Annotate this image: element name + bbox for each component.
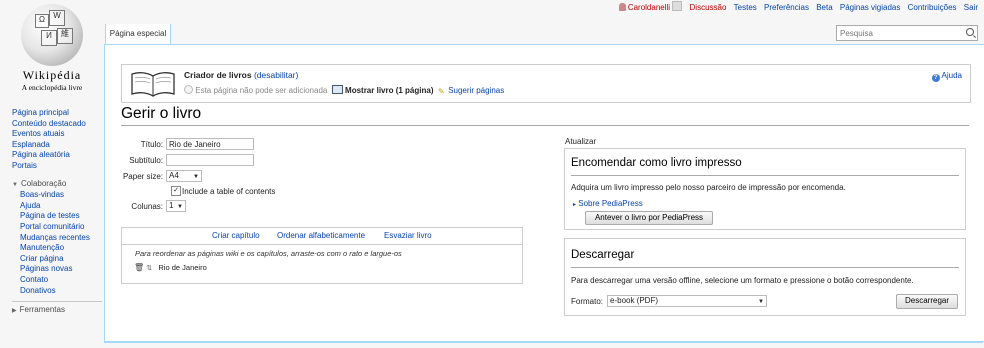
sidebar-item-main-page[interactable]: Página principal (12, 108, 102, 119)
globe-icon: Ω W И 維 (21, 4, 83, 66)
personal-tests-link[interactable]: Testes (734, 3, 757, 12)
sidebar-item-community-portal[interactable]: Portal comunitário (12, 222, 102, 233)
title-label: Título: (140, 140, 163, 149)
chevron-down-icon: ▼ (12, 181, 18, 188)
puzzle-piece: Ω (35, 14, 49, 28)
columns-select[interactable]: 1 ▼ (166, 200, 186, 212)
subtitle-field[interactable] (166, 154, 254, 166)
arrow-right-icon: ▸ (573, 202, 577, 208)
book-creator-actions: Esta página não pode ser adicionada Most… (184, 85, 504, 96)
notifications-icon[interactable] (672, 1, 683, 11)
sidebar-item-maintenance[interactable]: Manutenção (12, 243, 102, 254)
wand-icon: ✎ (437, 87, 445, 96)
download-panel: Descarregar Para descarregar uma versão … (564, 238, 966, 316)
sidebar-item-donations[interactable]: Donativos (12, 286, 102, 297)
puzzle-piece: И (41, 30, 57, 46)
sidebar-item-recent-changes[interactable]: Mudanças recentes (12, 233, 102, 244)
personal-toolbar: Caroldanelli Discussão Testes Preferênci… (618, 1, 978, 12)
toc-checkbox[interactable]: ✓ (171, 186, 181, 196)
order-print-title: Encomendar como livro impresso (571, 157, 742, 169)
list-item[interactable]: 🗑 ⇅ Rio de Janeiro (134, 263, 207, 272)
paper-size-select[interactable]: A4 ▼ (166, 170, 202, 182)
personal-contributions-link[interactable]: Contribuições (908, 3, 957, 12)
sidebar-section-collab[interactable]: ▼ Colaboração (12, 179, 102, 191)
chevron-down-icon: ▼ (177, 204, 183, 210)
refresh-link[interactable]: Atualizar (565, 137, 596, 146)
search-input[interactable] (837, 26, 961, 40)
personal-logout-link[interactable]: Sair (964, 3, 978, 12)
subtitle-label: Subtítulo: (129, 156, 163, 165)
open-book-icon (131, 72, 175, 97)
help-icon: ? (931, 74, 940, 82)
preview-pediapress-button[interactable]: Antever o livro por PediaPress (585, 211, 713, 225)
logo-wordmark: Wikipédia (22, 68, 82, 82)
sidebar-divider (12, 301, 102, 303)
title-divider (121, 125, 969, 126)
order-print-panel: Encomendar como livro impresso Adquira u… (564, 148, 966, 230)
move-icon[interactable]: ⇅ (146, 265, 152, 272)
download-button[interactable]: Descarregar (896, 294, 958, 309)
sidebar-item-portals[interactable]: Portais (12, 161, 102, 172)
sidebar-section-tools[interactable]: ▶ Ferramentas (12, 305, 102, 317)
show-book-link[interactable]: Mostrar livro (1 página) (345, 86, 433, 95)
trash-icon[interactable]: 🗑 (134, 263, 144, 272)
search-icon[interactable] (966, 28, 974, 36)
logo-tagline: A enciclopédia livre (21, 83, 83, 92)
sidebar-item-create-page[interactable]: Criar página (12, 254, 102, 265)
book-creator-box: Criador de livros (desabilitar) Esta pág… (121, 64, 971, 103)
sidebar-item-help[interactable]: Ajuda (12, 201, 102, 212)
sidebar-item-random[interactable]: Página aleatória (12, 150, 102, 161)
suggest-pages-link[interactable]: Sugerir páginas (448, 86, 504, 95)
sidebar-item-sandbox[interactable]: Página de testes (12, 211, 102, 222)
format-label: Formato: (571, 297, 604, 306)
sidebar: Página principal Conteúdo destacado Even… (12, 108, 102, 317)
cannot-add-label: Esta página não pode ser adicionada (195, 86, 328, 95)
reorder-instructions: Para reordenar as páginas wiki e os capí… (135, 249, 402, 258)
user-link[interactable]: Caroldanelli (618, 3, 670, 12)
format-select[interactable]: e-book (PDF) ▼ (607, 295, 767, 307)
sidebar-item-contact[interactable]: Contato (12, 275, 102, 286)
book-icon (331, 85, 343, 94)
download-desc: Para descarregar uma versão offline, sel… (571, 276, 914, 285)
personal-beta-link[interactable]: Beta (816, 3, 832, 12)
wikipedia-logo[interactable]: Ω W И 維 Wikipédia A enciclopédia livre (8, 0, 96, 96)
page-title: Gerir o livro (121, 105, 202, 122)
personal-watchlist-link[interactable]: Páginas vigiadas (840, 3, 900, 12)
puzzle-piece: 維 (57, 28, 73, 44)
chevron-right-icon: ▶ (12, 308, 17, 315)
toc-label: Include a table of contents (182, 187, 276, 196)
sidebar-item-esplanada[interactable]: Esplanada (12, 140, 102, 151)
content-bottom-border (104, 342, 983, 343)
panel-divider (571, 267, 959, 268)
about-pediapress-link[interactable]: ▸ Sobre PediaPress (573, 199, 643, 208)
sidebar-item-featured[interactable]: Conteúdo destacado (12, 119, 102, 130)
title-field[interactable]: Rio de Janeiro (166, 138, 254, 150)
sidebar-item-new-pages[interactable]: Páginas novas (12, 264, 102, 275)
sort-alphabetically-link[interactable]: Ordenar alfabeticamente (277, 231, 365, 240)
sidebar-item-welcome[interactable]: Boas-vindas (12, 190, 102, 201)
paper-size-label: Paper size: (122, 172, 163, 181)
columns-label: Colunas: (131, 202, 163, 211)
search-box[interactable] (836, 25, 978, 41)
personal-preferences-link[interactable]: Preferências (764, 3, 809, 12)
user-icon (618, 3, 626, 11)
tab-special-page[interactable]: Página especial (105, 24, 171, 44)
book-creator-title: Criador de livros (desabilitar) (184, 70, 299, 80)
sidebar-item-current-events[interactable]: Eventos atuais (12, 129, 102, 140)
panel-divider (571, 175, 959, 176)
disable-link[interactable]: (desabilitar) (254, 70, 298, 80)
content-area: Criador de livros (desabilitar) Esta pág… (104, 44, 984, 342)
clear-book-link[interactable]: Esvaziar livro (384, 231, 432, 240)
chevron-down-icon: ▼ (758, 299, 764, 305)
puzzle-piece: W (49, 10, 65, 26)
chevron-down-icon: ▼ (193, 174, 199, 180)
order-print-desc: Adquira um livro impresso pelo nosso par… (571, 183, 846, 192)
personal-discussion-link[interactable]: Discussão (690, 3, 727, 12)
disabled-add-icon (184, 85, 193, 94)
download-title: Descarregar (571, 249, 635, 261)
help-link[interactable]: ? Ajuda (931, 71, 962, 82)
chapter-list: Para reordenar as páginas wiki e os capí… (121, 243, 523, 284)
create-chapter-link[interactable]: Criar capítulo (212, 231, 260, 240)
